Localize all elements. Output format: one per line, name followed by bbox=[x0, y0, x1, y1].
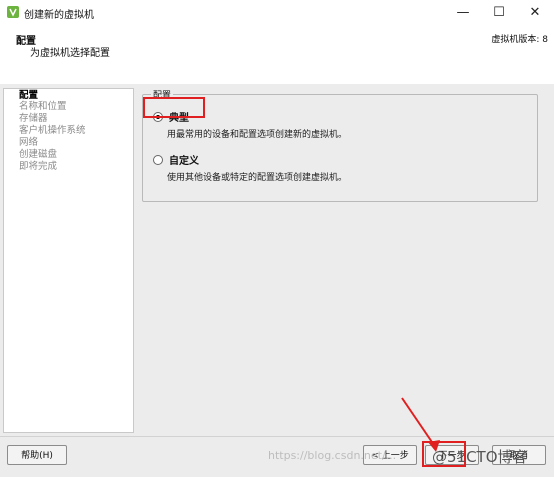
option-typical-desc: 用最常用的设备和配置选项创建新的虚拟机。 bbox=[167, 130, 348, 140]
step-create-disk[interactable]: 创建磁盘 bbox=[19, 149, 57, 160]
option-custom[interactable]: 自定义 bbox=[153, 152, 199, 167]
watermark-logo: @51CTO博客 bbox=[432, 448, 528, 466]
vm-version-label: 虚拟机版本: 8 bbox=[491, 35, 548, 45]
window-title: 创建新的虚拟机 bbox=[24, 10, 94, 21]
step-guest-os[interactable]: 客户机操作系统 bbox=[19, 125, 86, 136]
page-subtitle: 为虚拟机选择配置 bbox=[30, 48, 110, 59]
close-button[interactable]: ✕ bbox=[518, 0, 552, 26]
content-panel: 配置 典型 用最常用的设备和配置选项创建新的虚拟机。 自定义 使用其他设备或特定… bbox=[136, 88, 552, 432]
option-custom-label: 自定义 bbox=[169, 156, 199, 167]
window-titlebar: 创建新的虚拟机 — ☐ ✕ bbox=[0, 0, 554, 26]
step-name-location[interactable]: 名称和位置 bbox=[19, 101, 67, 112]
help-button[interactable]: 帮助(H) bbox=[7, 445, 67, 465]
radio-custom[interactable] bbox=[153, 154, 163, 165]
steps-panel: 配置 名称和位置 存储器 客户机操作系统 网络 创建磁盘 即将完成 bbox=[3, 88, 134, 433]
step-network[interactable]: 网络 bbox=[19, 137, 38, 148]
wizard-header: 配置 为虚拟机选择配置 虚拟机版本: 8 bbox=[0, 26, 554, 85]
step-storage[interactable]: 存储器 bbox=[19, 113, 48, 124]
vsphere-app-icon bbox=[7, 6, 19, 18]
wizard-body: 配置 名称和位置 存储器 客户机操作系统 网络 创建磁盘 即将完成 配置 典型 … bbox=[0, 84, 554, 436]
step-ready[interactable]: 即将完成 bbox=[19, 161, 57, 172]
typical-highlight-box bbox=[143, 97, 205, 118]
maximize-button[interactable]: ☐ bbox=[482, 0, 516, 26]
minimize-button[interactable]: — bbox=[446, 0, 480, 26]
option-custom-desc: 使用其他设备或特定的配置选项创建虚拟机。 bbox=[167, 173, 348, 183]
step-config[interactable]: 配置 bbox=[19, 90, 38, 101]
watermark-url: https://blog.csdn.net/... bbox=[268, 449, 397, 462]
